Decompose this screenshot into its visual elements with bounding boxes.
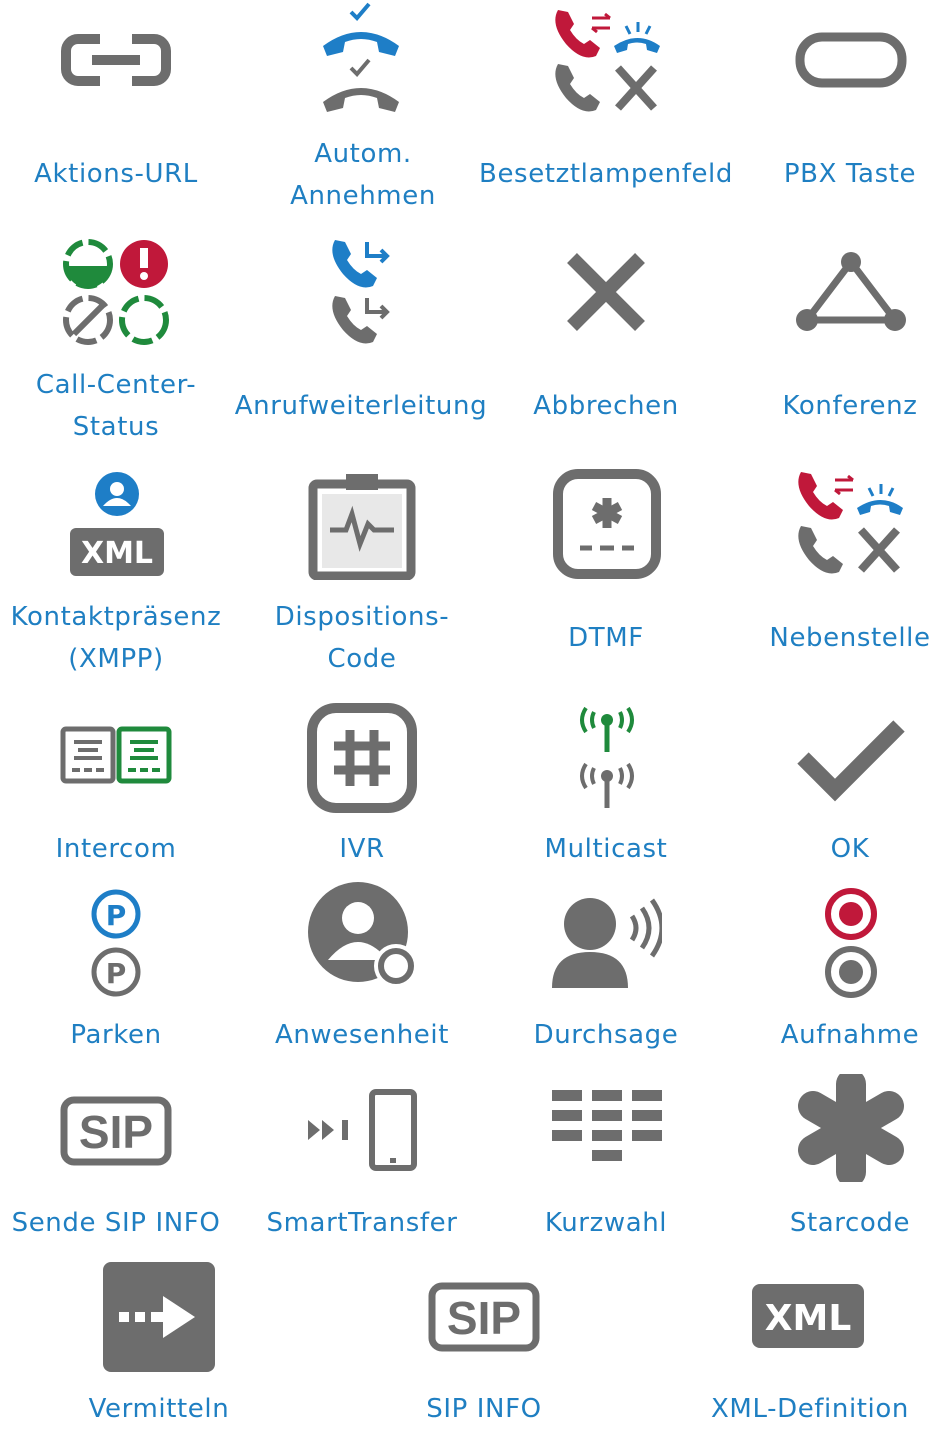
ivr-hash-icon (306, 702, 418, 814)
cancel-icon (562, 248, 650, 336)
label-multicast: Multicast (544, 834, 668, 864)
label-kurzwahl: Kurzwahl (544, 1208, 668, 1238)
pbx-key-icon (795, 32, 907, 88)
svg-text:SIP: SIP (447, 1292, 521, 1344)
label-durchsage: Durchsage (533, 1020, 679, 1050)
svg-text:XML: XML (81, 536, 153, 571)
label-call-center-status: Call-Center-Status (35, 370, 197, 442)
label-anrufweiterleitung: Anrufweiterleitung (234, 391, 488, 421)
label-sende-sip-info: Sende SIP INFO (11, 1208, 221, 1238)
call-center-status-icon (60, 236, 172, 348)
label-aufnahme: Aufnahme (780, 1020, 920, 1050)
checkmark-icon (795, 716, 907, 802)
link-icon (60, 32, 172, 88)
label-anwesenheit: Anwesenheit (274, 1020, 450, 1050)
label-aktions-url: Aktions-URL (34, 159, 198, 189)
call-forward-icon (331, 236, 395, 348)
send-sip-info-icon: SIP (60, 1096, 172, 1166)
svg-text:XML: XML (765, 1298, 852, 1339)
starcode-icon (795, 1074, 907, 1182)
label-ivr: IVR (339, 834, 385, 864)
sip-info-icon: SIP (428, 1282, 540, 1352)
speed-dial-icon (552, 1088, 662, 1174)
label-pbx-taste: PBX Taste (783, 159, 917, 189)
conference-icon (795, 250, 907, 334)
label-ok: OK (830, 834, 870, 864)
dtmf-icon (552, 468, 662, 580)
disposition-code-icon (308, 470, 416, 580)
presence-icon (306, 880, 420, 992)
label-parken: Parken (70, 1020, 162, 1050)
svg-text:P: P (106, 957, 127, 990)
label-nebenstelle: Nebenstelle (769, 623, 931, 653)
label-abbrechen: Abbrechen (533, 391, 679, 421)
record-icon (822, 888, 880, 998)
label-smarttransfer: SmartTransfer (266, 1208, 458, 1238)
busy-lamp-field-icon (552, 6, 662, 114)
label-dtmf: DTMF (568, 623, 644, 653)
svg-text:P: P (106, 899, 127, 932)
label-konferenz: Konferenz (782, 391, 918, 421)
label-intercom: Intercom (55, 834, 177, 864)
label-kontaktpraesenz: Kontaktpräsenz (XMPP) (10, 602, 222, 674)
xml-definition-icon: XML (752, 1284, 864, 1348)
multicast-icon (574, 700, 640, 812)
label-besetztlampenfeld: Besetztlampenfeld (479, 159, 733, 189)
label-starcode: Starcode (789, 1208, 911, 1238)
contact-presence-xml-icon: XML (70, 470, 164, 580)
label-autom-annehmen: Autom. Annehmen (290, 139, 436, 211)
intercom-icon (60, 726, 172, 784)
svg-text:SIP: SIP (79, 1106, 153, 1158)
park-icon: P P (88, 888, 144, 998)
extension-icon (795, 468, 905, 576)
transfer-icon (103, 1262, 215, 1372)
paging-icon (550, 896, 662, 990)
smart-transfer-icon (306, 1088, 418, 1172)
label-dispositions-code: Dispositions-Code (274, 602, 450, 674)
auto-answer-icon (318, 2, 404, 114)
